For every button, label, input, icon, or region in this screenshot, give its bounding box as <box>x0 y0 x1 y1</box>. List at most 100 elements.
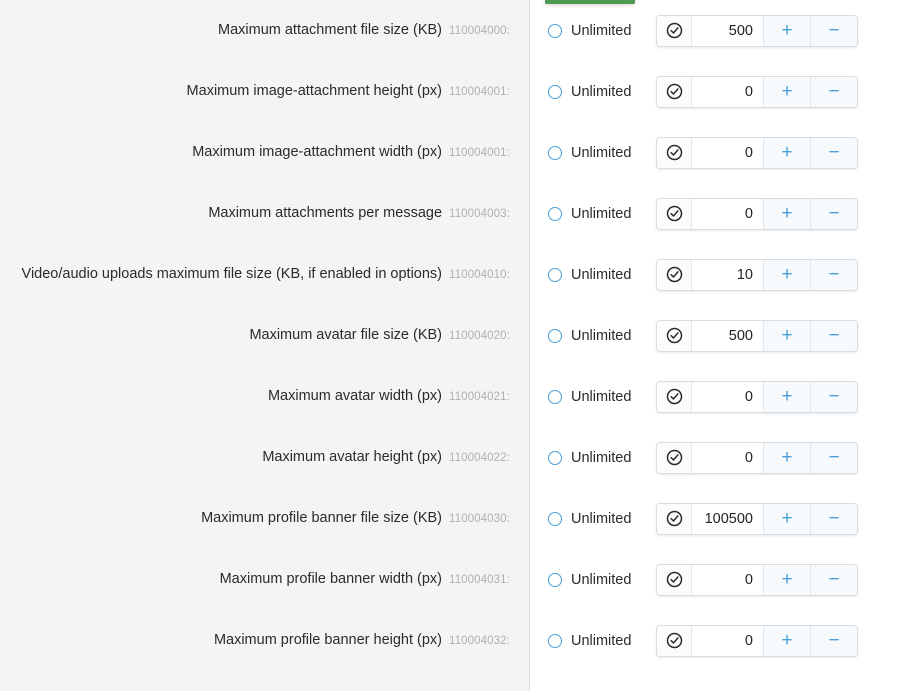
increment-button[interactable]: + <box>763 565 810 595</box>
decrement-button[interactable]: − <box>810 138 857 168</box>
decrement-button[interactable]: − <box>810 260 857 290</box>
decrement-button[interactable]: − <box>810 199 857 229</box>
setting-id: 110004001 <box>449 147 507 159</box>
unlimited-radio-label: Unlimited <box>571 84 631 100</box>
check-circle-icon[interactable] <box>657 321 692 351</box>
label-colon: : <box>507 267 510 281</box>
setting-value-input-110004010[interactable] <box>692 260 763 290</box>
setting-value-input-110004021[interactable] <box>692 382 763 412</box>
setting-value-input-110004001[interactable] <box>692 138 763 168</box>
setting-label-text: Maximum profile banner file size (KB) <box>201 510 442 526</box>
number-stepper-group: + − <box>656 442 858 474</box>
check-circle-icon[interactable] <box>657 138 692 168</box>
radio-unchecked-icon[interactable] <box>548 207 562 221</box>
setting-value-input-110004000[interactable] <box>692 16 763 46</box>
unlimited-radio-label: Unlimited <box>571 633 631 649</box>
increment-button[interactable]: + <box>763 138 810 168</box>
increment-button[interactable]: + <box>763 199 810 229</box>
decrement-button[interactable]: − <box>810 504 857 534</box>
check-circle-icon[interactable] <box>657 504 692 534</box>
setting-controls: Unlimited + − <box>548 122 858 183</box>
setting-value-input-110004031[interactable] <box>692 565 763 595</box>
unlimited-radio-option[interactable]: Unlimited <box>548 511 656 527</box>
setting-label: Maximum avatar file size (KB) 110004020: <box>0 327 520 344</box>
setting-label: Maximum profile banner width (px) 110004… <box>0 571 520 588</box>
label-colon: : <box>507 572 510 586</box>
check-circle-icon[interactable] <box>657 626 692 656</box>
unlimited-radio-option[interactable]: Unlimited <box>548 633 656 649</box>
setting-value-input-110004003[interactable] <box>692 199 763 229</box>
unlimited-radio-option[interactable]: Unlimited <box>548 389 656 405</box>
decrement-button[interactable]: − <box>810 321 857 351</box>
check-circle-icon[interactable] <box>657 77 692 107</box>
unlimited-radio-option[interactable]: Unlimited <box>548 145 656 161</box>
setting-label-text: Maximum avatar width (px) <box>268 388 442 404</box>
setting-label: Maximum attachment file size (KB) 110004… <box>0 22 520 39</box>
increment-button[interactable]: + <box>763 443 810 473</box>
radio-unchecked-icon[interactable] <box>548 390 562 404</box>
decrement-button[interactable]: − <box>810 382 857 412</box>
radio-unchecked-icon[interactable] <box>548 268 562 282</box>
setting-value-input-110004001[interactable] <box>692 77 763 107</box>
setting-controls: Unlimited + − <box>548 488 858 549</box>
radio-unchecked-icon[interactable] <box>548 329 562 343</box>
radio-unchecked-icon[interactable] <box>548 451 562 465</box>
check-circle-icon[interactable] <box>657 443 692 473</box>
number-stepper-group: + − <box>656 137 858 169</box>
increment-button[interactable]: + <box>763 77 810 107</box>
setting-value-input-110004030[interactable] <box>692 504 763 534</box>
decrement-button[interactable]: − <box>810 77 857 107</box>
label-colon: : <box>507 450 510 464</box>
unlimited-radio-option[interactable]: Unlimited <box>548 450 656 466</box>
setting-label-text: Maximum avatar file size (KB) <box>249 327 442 343</box>
setting-label: Maximum avatar height (px) 110004022: <box>0 449 520 466</box>
increment-button[interactable]: + <box>763 260 810 290</box>
radio-unchecked-icon[interactable] <box>548 85 562 99</box>
setting-label: Maximum profile banner file size (KB) 11… <box>0 510 520 527</box>
unlimited-radio-option[interactable]: Unlimited <box>548 572 656 588</box>
increment-button[interactable]: + <box>763 321 810 351</box>
decrement-button[interactable]: − <box>810 443 857 473</box>
unlimited-radio-option[interactable]: Unlimited <box>548 23 656 39</box>
increment-button[interactable]: + <box>763 626 810 656</box>
label-colon: : <box>507 511 510 525</box>
unlimited-radio-option[interactable]: Unlimited <box>548 84 656 100</box>
setting-value-input-110004020[interactable] <box>692 321 763 351</box>
setting-label: Maximum image-attachment height (px) 110… <box>0 83 520 100</box>
increment-button[interactable]: + <box>763 16 810 46</box>
setting-label: Maximum image-attachment width (px) 1100… <box>0 144 520 161</box>
setting-controls: Unlimited + − <box>548 427 858 488</box>
label-colon: : <box>507 145 510 159</box>
setting-label-text: Maximum attachment file size (KB) <box>218 22 442 38</box>
check-circle-icon[interactable] <box>657 382 692 412</box>
setting-label-text: Maximum avatar height (px) <box>262 449 442 465</box>
unlimited-radio-option[interactable]: Unlimited <box>548 267 656 283</box>
setting-row-110004000: Maximum attachment file size (KB) 110004… <box>0 0 907 61</box>
setting-label-text: Maximum profile banner width (px) <box>220 571 442 587</box>
setting-controls: Unlimited + − <box>548 305 858 366</box>
radio-unchecked-icon[interactable] <box>548 24 562 38</box>
setting-row-110004010: Video/audio uploads maximum file size (K… <box>0 244 907 305</box>
setting-controls: Unlimited + − <box>548 610 858 671</box>
check-circle-icon[interactable] <box>657 16 692 46</box>
check-circle-icon[interactable] <box>657 199 692 229</box>
radio-unchecked-icon[interactable] <box>548 512 562 526</box>
radio-unchecked-icon[interactable] <box>548 573 562 587</box>
check-circle-icon[interactable] <box>657 565 692 595</box>
unlimited-radio-option[interactable]: Unlimited <box>548 206 656 222</box>
radio-unchecked-icon[interactable] <box>548 146 562 160</box>
radio-unchecked-icon[interactable] <box>548 634 562 648</box>
unlimited-radio-option[interactable]: Unlimited <box>548 328 656 344</box>
setting-controls: Unlimited + − <box>548 244 858 305</box>
check-circle-icon[interactable] <box>657 260 692 290</box>
decrement-button[interactable]: − <box>810 16 857 46</box>
setting-value-input-110004022[interactable] <box>692 443 763 473</box>
setting-value-input-110004032[interactable] <box>692 626 763 656</box>
setting-label-text: Maximum image-attachment width (px) <box>192 144 442 160</box>
setting-label: Maximum profile banner height (px) 11000… <box>0 632 520 649</box>
increment-button[interactable]: + <box>763 382 810 412</box>
decrement-button[interactable]: − <box>810 626 857 656</box>
setting-id: 110004010 <box>449 269 507 281</box>
decrement-button[interactable]: − <box>810 565 857 595</box>
increment-button[interactable]: + <box>763 504 810 534</box>
